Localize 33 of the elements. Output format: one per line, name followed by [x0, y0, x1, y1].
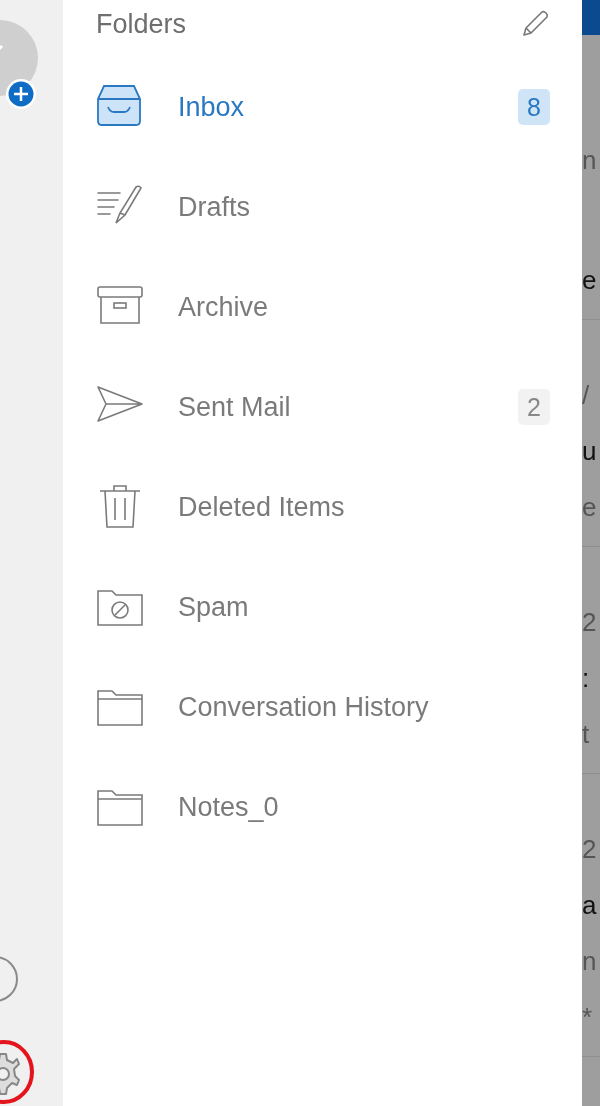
- folder-item[interactable]: Archive: [63, 257, 582, 357]
- unread-count: 2: [518, 389, 550, 425]
- message-text: :: [582, 663, 590, 693]
- message-text: n: [582, 145, 597, 175]
- message-text: t: [582, 719, 590, 749]
- folder-item[interactable]: Drafts: [63, 157, 582, 257]
- folder-name: Conversation History: [178, 691, 430, 723]
- folder-item[interactable]: Sent Mail 2: [63, 357, 582, 457]
- edit-icon[interactable]: [520, 9, 550, 39]
- folder-name: Notes_0: [178, 791, 280, 823]
- folder-item[interactable]: Inbox 8: [63, 57, 582, 157]
- folder-item[interactable]: Spam: [63, 557, 582, 657]
- message-text: *: [582, 1002, 593, 1032]
- folder-name: Inbox: [178, 91, 246, 123]
- folder-name: Archive: [178, 291, 270, 323]
- message-text: u: [582, 436, 597, 466]
- header-bar: [582, 0, 600, 35]
- folder-item[interactable]: Notes_0: [63, 757, 582, 857]
- drawer-title: Folders: [96, 8, 187, 40]
- message-text: 2: [582, 834, 597, 864]
- folder-name: Spam: [178, 591, 250, 623]
- message-text: /: [582, 380, 590, 410]
- folder-item[interactable]: Deleted Items: [63, 457, 582, 557]
- message-text: e: [582, 265, 597, 295]
- folder-name: Deleted Items: [178, 491, 346, 523]
- folder-name: Drafts: [178, 191, 251, 223]
- folder-name: Sent Mail: [178, 391, 292, 423]
- message-text: n: [582, 946, 597, 976]
- message-text: a: [582, 890, 597, 920]
- message-text: e: [582, 492, 597, 522]
- folder-item[interactable]: Conversation History: [63, 657, 582, 757]
- message-text: 2: [582, 607, 597, 637]
- unread-count: 8: [518, 89, 550, 125]
